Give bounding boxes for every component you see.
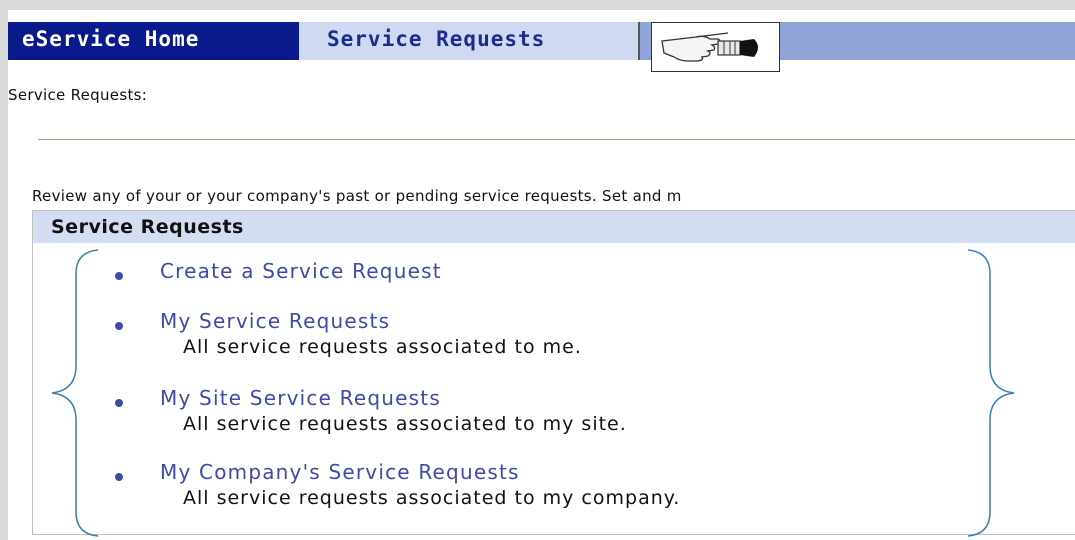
- bullet-icon: [115, 322, 123, 330]
- item-description: All service requests associated to my si…: [183, 413, 627, 435]
- app-frame: eService Home Service Requests Service R…: [8, 10, 1075, 540]
- my-service-requests-link[interactable]: My Service Requests: [160, 309, 390, 333]
- item-description: All service requests associated to my co…: [183, 487, 681, 509]
- my-company-service-requests-link[interactable]: My Company's Service Requests: [160, 460, 520, 484]
- pointing-hand-lightbulb-icon: [651, 22, 780, 72]
- divider: [38, 139, 1075, 140]
- tab-bar: eService Home Service Requests: [8, 22, 1075, 72]
- tab-eservice-home[interactable]: eService Home: [8, 22, 295, 60]
- service-requests-panel: Service Requests Create a Service Reques…: [32, 210, 1075, 535]
- bullet-icon: [115, 272, 123, 280]
- left-brace-annotation: [51, 249, 99, 537]
- section-label: Service Requests:: [8, 86, 148, 104]
- right-brace-annotation: [967, 249, 1015, 537]
- bullet-icon: [115, 473, 123, 481]
- create-service-request-link[interactable]: Create a Service Request: [160, 259, 442, 283]
- item-description: All service requests associated to me.: [183, 336, 582, 358]
- bullet-icon: [115, 399, 123, 407]
- my-site-service-requests-link[interactable]: My Site Service Requests: [160, 386, 441, 410]
- tab-service-requests[interactable]: Service Requests: [299, 22, 640, 60]
- intro-text: Review any of your or your company's pas…: [32, 187, 682, 205]
- panel-title: Service Requests: [33, 211, 1075, 243]
